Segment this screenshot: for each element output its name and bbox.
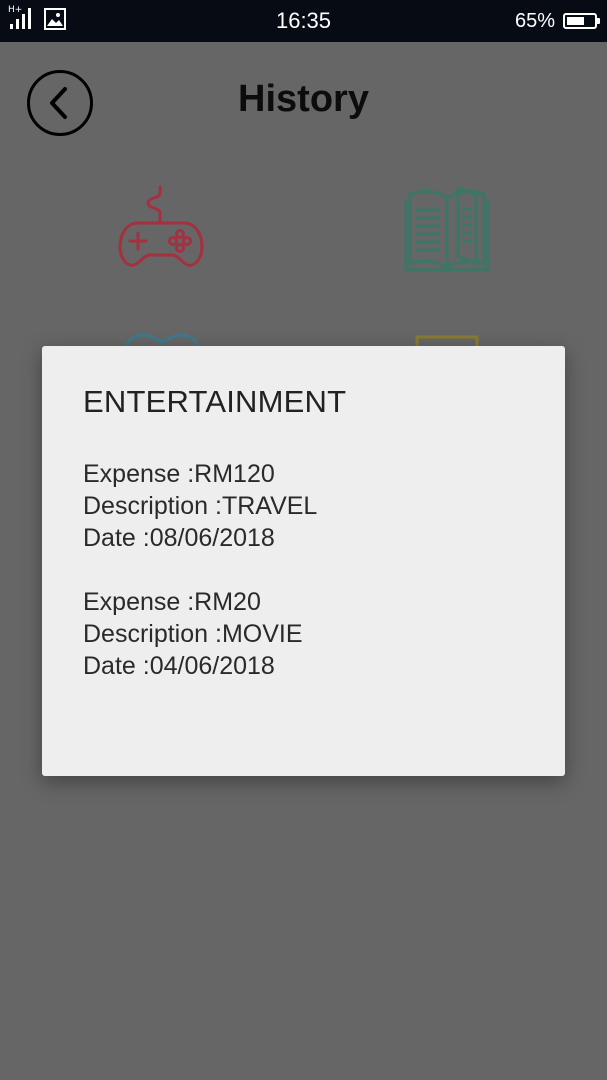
dialog-body: Expense :RM120 Description :TRAVEL Date … bbox=[83, 458, 317, 714]
dialog-title: ENTERTAINMENT bbox=[83, 384, 347, 419]
battery-percent: 65% bbox=[514, 9, 555, 32]
expense-amount: Expense :RM120 bbox=[83, 460, 275, 488]
expense-description: Description :TRAVEL bbox=[83, 492, 318, 520]
book-icon[interactable] bbox=[402, 186, 492, 274]
expense-date: Date :08/06/2018 bbox=[83, 524, 275, 552]
history-dialog: ENTERTAINMENT Expense :RM120 Description… bbox=[42, 346, 565, 776]
expense-amount: Expense :RM20 bbox=[83, 588, 261, 616]
expense-description: Description :MOVIE bbox=[83, 620, 303, 648]
page-title: History bbox=[238, 78, 369, 120]
status-right: 65% bbox=[514, 8, 600, 34]
status-bar: H+ 16:35 65% bbox=[0, 0, 607, 42]
list-item: Expense :RM20 Description :MOVIE Date :0… bbox=[83, 586, 317, 682]
list-item: Expense :RM120 Description :TRAVEL Date … bbox=[83, 458, 317, 554]
battery-icon bbox=[563, 13, 600, 29]
gamepad-icon[interactable] bbox=[118, 183, 204, 271]
expense-date: Date :04/06/2018 bbox=[83, 652, 275, 680]
